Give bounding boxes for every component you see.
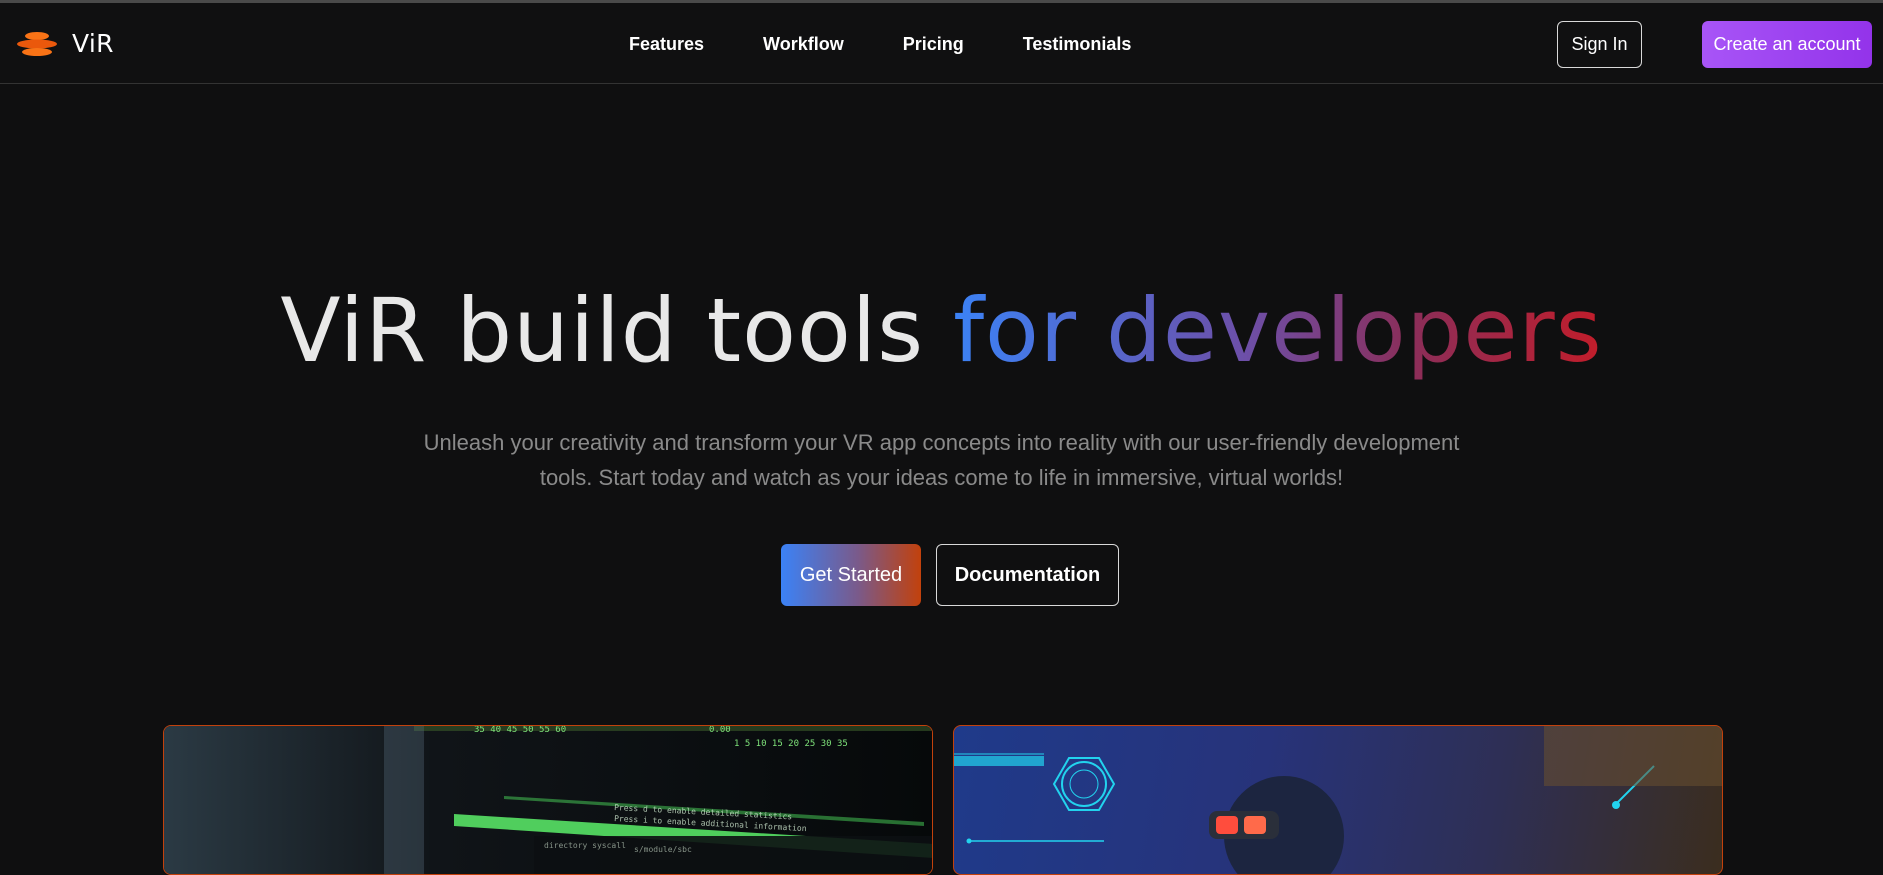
hero-title-gradient: for developers [953, 279, 1603, 382]
sign-in-button[interactable]: Sign In [1557, 21, 1642, 68]
vr-headset-hud-image [954, 726, 1722, 874]
hero-title-plain: ViR build tools [280, 279, 954, 382]
terminal-screen-photo-card: 35 40 45 50 55 60 0.00 1 5 10 15 20 25 3… [163, 725, 933, 875]
vr-headset-hud-photo-card [953, 725, 1723, 875]
brand[interactable]: ViR [16, 29, 114, 58]
nav-links: Features Workflow Pricing Testimonials [629, 34, 1131, 55]
nav-link-pricing[interactable]: Pricing [903, 34, 964, 55]
nav-link-testimonials[interactable]: Testimonials [1023, 34, 1132, 55]
svg-text:s/module/sbc: s/module/sbc [634, 845, 692, 854]
svg-text:directory syscall: directory syscall [544, 841, 626, 850]
svg-text:0.00: 0.00 [709, 726, 731, 735]
hero-title: ViR build tools for developers [0, 282, 1883, 380]
layered-discs-logo-icon [17, 31, 57, 56]
brand-name: ViR [72, 29, 114, 58]
terminal-screen-image: 35 40 45 50 55 60 0.00 1 5 10 15 20 25 3… [164, 726, 932, 874]
top-navbar: ViR Features Workflow Pricing Testimonia… [0, 3, 1883, 84]
svg-text:35 40 45 50 55 60: 35 40 45 50 55 60 [474, 726, 566, 735]
documentation-button[interactable]: Documentation [936, 544, 1119, 606]
get-started-button[interactable]: Get Started [781, 544, 921, 606]
nav-link-workflow[interactable]: Workflow [763, 34, 844, 55]
nav-link-features[interactable]: Features [629, 34, 704, 55]
hero-subtitle: Unleash your creativity and transform yo… [423, 430, 1460, 490]
svg-text:1 5 10 15 20 25 30 35: 1 5 10 15 20 25 30 35 [734, 739, 848, 749]
create-account-button[interactable]: Create an account [1702, 21, 1872, 68]
